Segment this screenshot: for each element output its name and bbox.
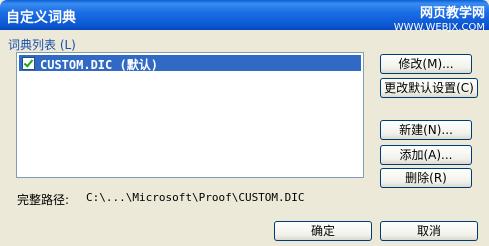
new-button[interactable]: 新建(N)... (380, 120, 472, 140)
watermark: 网页教学网 WWW.WEBJX.COM (394, 2, 485, 33)
watermark-line2: WWW.WEBJX.COM (393, 22, 485, 33)
ok-button[interactable]: 确定 (274, 221, 372, 241)
watermark-line1: 网页教学网 (419, 6, 485, 21)
change-default-button[interactable]: 更改默认设置(C) (380, 78, 478, 98)
custom-dictionary-dialog: 自定义词典 网页教学网 WWW.WEBJX.COM 词典列表 (L) CUSTO… (0, 0, 489, 246)
full-path-value: C:\...\Microsoft\Proof\CUSTOM.DIC (86, 191, 305, 204)
cancel-button[interactable]: 取消 (380, 221, 478, 241)
checkbox-checked-icon[interactable] (22, 57, 35, 70)
dictionary-list[interactable]: CUSTOM.DIC (默认) (16, 52, 364, 178)
delete-button[interactable]: 删除(R) (380, 168, 472, 188)
dictionary-list-label: 词典列表 (L) (8, 38, 76, 52)
full-path-label: 完整路径: (17, 193, 70, 207)
title-bar[interactable]: 自定义词典 网页教学网 WWW.WEBJX.COM (0, 0, 489, 33)
modify-button[interactable]: 修改(M)... (380, 54, 472, 74)
list-item[interactable]: CUSTOM.DIC (默认) (19, 55, 361, 72)
window-title: 自定义词典 (6, 10, 76, 26)
list-item-label: CUSTOM.DIC (默认) (40, 58, 158, 72)
add-button[interactable]: 添加(A)... (380, 145, 472, 165)
